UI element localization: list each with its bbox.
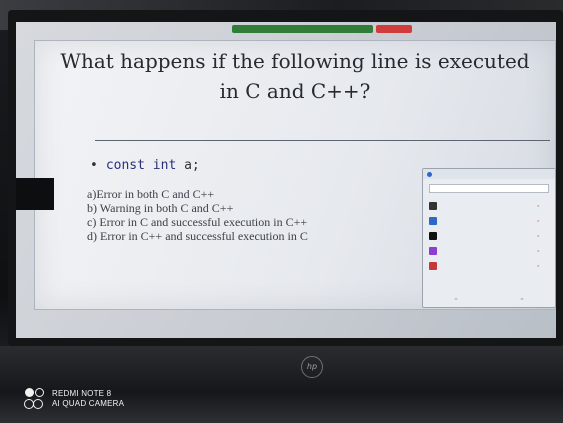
mute-all-button[interactable]: ▭ bbox=[521, 297, 524, 301]
slide-title-line-1: What happens if the following line is ex… bbox=[60, 49, 530, 73]
option-a: a)Error in both C and C++ bbox=[87, 187, 215, 201]
participants-panel-header bbox=[423, 169, 555, 179]
slide-title: What happens if the following line is ex… bbox=[35, 46, 555, 106]
participants-icon bbox=[427, 171, 432, 177]
camera-lens-icon bbox=[24, 388, 46, 410]
participants-panel-footer: ▭ ▭ bbox=[423, 297, 555, 301]
muted-mic-icon: ✕ bbox=[537, 263, 540, 268]
muted-mic-icon: ✕ bbox=[537, 233, 540, 238]
photo-frame: What happens if the following line is ex… bbox=[0, 0, 563, 423]
bullet-icon: • bbox=[90, 158, 98, 173]
participant-avatar bbox=[429, 231, 437, 240]
participant-avatar bbox=[429, 261, 437, 270]
code-identifier: a; bbox=[184, 158, 200, 173]
participant-avatar bbox=[429, 246, 437, 255]
muted-mic-icon: ✕ bbox=[537, 203, 540, 208]
answer-options: a)Error in both C and C++ b) Warning in … bbox=[87, 187, 308, 243]
option-c: c) Error in C and successful execution i… bbox=[87, 215, 308, 229]
participant-avatar bbox=[429, 216, 437, 225]
participant-row[interactable]: ✕ bbox=[423, 243, 555, 258]
participant-row[interactable]: ✕ bbox=[423, 228, 555, 243]
participant-row[interactable]: ✕ bbox=[423, 198, 555, 213]
title-divider bbox=[95, 140, 550, 141]
watermark-camera: AI QUAD CAMERA bbox=[52, 399, 125, 408]
hp-logo-icon: hp bbox=[301, 356, 323, 378]
participant-row[interactable]: ✕ bbox=[423, 213, 555, 228]
muted-mic-icon: ✕ bbox=[537, 218, 540, 223]
option-b: b) Warning in both C and C++ bbox=[87, 201, 234, 215]
slide-title-line-2: in C and C++? bbox=[219, 79, 371, 103]
meeting-top-bar bbox=[232, 25, 412, 33]
participant-search-input[interactable] bbox=[429, 184, 549, 193]
invite-button[interactable]: ▭ bbox=[455, 297, 458, 301]
participant-row[interactable]: ✕ bbox=[423, 258, 555, 273]
option-d: d) Error in C++ and successful execution… bbox=[87, 229, 308, 243]
screen-share-indicator bbox=[232, 25, 373, 33]
left-dark-tab bbox=[16, 178, 54, 210]
laptop-body bbox=[0, 346, 563, 423]
stop-share-button[interactable] bbox=[376, 25, 412, 33]
code-line: • const int a; bbox=[90, 158, 200, 173]
code-keyword-int: int bbox=[152, 158, 177, 173]
camera-watermark: REDMI NOTE 8 AI QUAD CAMERA bbox=[24, 388, 124, 410]
code-keyword-const: const bbox=[105, 158, 145, 173]
muted-mic-icon: ✕ bbox=[537, 248, 540, 253]
participants-panel: ✕ ✕ ✕ ✕ ✕ ▭ ▭ bbox=[422, 168, 556, 308]
watermark-model: REDMI NOTE 8 bbox=[52, 389, 112, 398]
participant-avatar bbox=[429, 201, 437, 210]
